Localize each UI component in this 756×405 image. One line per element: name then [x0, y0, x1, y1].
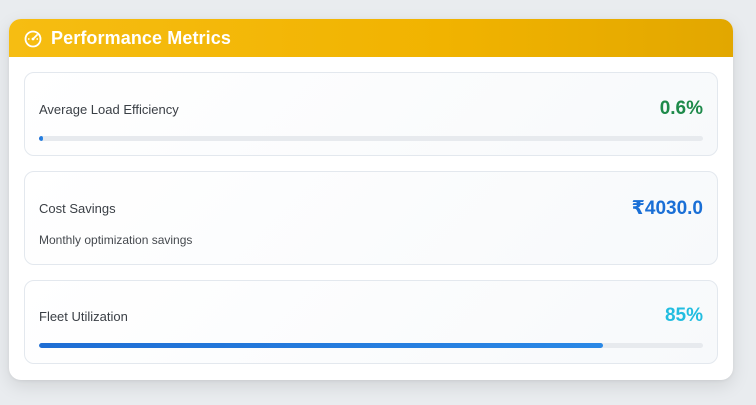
metric-description: Monthly optimization savings	[39, 233, 193, 247]
metric-value: 85%	[664, 305, 703, 326]
speedometer-icon	[23, 28, 43, 48]
metric-label: Cost Savings	[39, 201, 116, 216]
metric-label: Average Load Efficiency	[39, 102, 179, 117]
progress-bar	[39, 343, 703, 348]
metric-label: Fleet Utilization	[39, 309, 128, 324]
progress-bar	[39, 136, 703, 141]
metric-cost-savings: Cost Savings ₹4030.0 Monthly optimizatio…	[24, 171, 718, 265]
progress-fill	[39, 343, 604, 348]
performance-metrics-card: Performance Metrics Average Load Efficie…	[9, 19, 733, 380]
metric-fleet-utilization: Fleet Utilization 85%	[24, 280, 718, 364]
metric-average-load-efficiency: Average Load Efficiency 0.6%	[24, 72, 718, 156]
metric-value: 0.6%	[659, 98, 703, 119]
card-title: Performance Metrics	[51, 27, 231, 48]
card-header: Performance Metrics	[9, 19, 733, 57]
metric-value: ₹4030.0	[631, 198, 703, 219]
progress-fill	[39, 136, 43, 141]
